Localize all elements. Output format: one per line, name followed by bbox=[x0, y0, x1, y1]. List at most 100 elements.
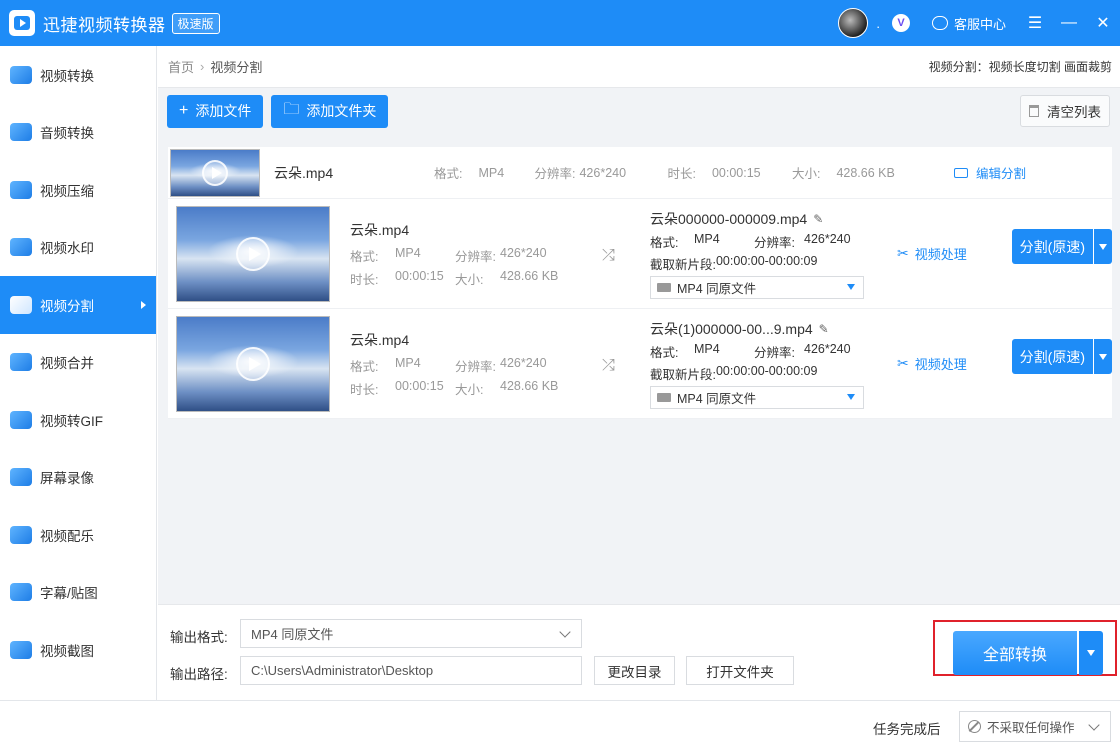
video-thumbnail[interactable] bbox=[176, 315, 330, 412]
edit-split-button[interactable]: 编辑分割 bbox=[953, 163, 1026, 182]
after-task-select[interactable]: 不采取任何操作 bbox=[959, 711, 1111, 742]
breadcrumb-home[interactable]: 首页 bbox=[168, 57, 194, 76]
clear-list-label: 清空列表 bbox=[1047, 105, 1101, 120]
duration-label: 时长: bbox=[667, 167, 696, 181]
format-value: MP4 bbox=[694, 231, 720, 246]
add-file-button[interactable]: + 添加文件 bbox=[167, 94, 264, 128]
sidebar-item-audio-convert[interactable]: 音频转换 bbox=[0, 104, 156, 162]
sidebar-item-screen-record[interactable]: 屏幕录像 bbox=[0, 449, 156, 507]
sidebar-item-label: 视频压缩 bbox=[40, 183, 94, 199]
chevron-down-icon bbox=[847, 394, 855, 400]
customer-service-button[interactable]: 客服中心 bbox=[931, 14, 1006, 33]
menu-button[interactable]: ☰ bbox=[1018, 0, 1052, 46]
split-button[interactable]: 分割(原速) bbox=[1011, 339, 1093, 374]
convert-all-button[interactable]: 全部转换 bbox=[953, 631, 1077, 675]
video-music-icon bbox=[10, 525, 32, 544]
split-button[interactable]: 分割(原速) bbox=[1011, 229, 1093, 264]
sidebar-item-video-convert[interactable]: 视频转换 bbox=[0, 46, 156, 104]
output-info: 云朵(1)000000-00...9.mp4 ✎ 格式: MP4 分辨率: 42… bbox=[650, 319, 865, 409]
output-format-value: MP4 同原文件 bbox=[677, 281, 757, 296]
edit-split-label: 编辑分割 bbox=[975, 167, 1026, 181]
app-logo-icon bbox=[9, 10, 35, 36]
sidebar-item-label: 视频分割 bbox=[40, 298, 94, 314]
source-name: 云朵.mp4 bbox=[350, 221, 410, 238]
video-thumbnail[interactable] bbox=[176, 205, 330, 302]
video-process-button[interactable]: ✂ 视频处理 bbox=[897, 354, 967, 373]
sidebar-item-video-screenshot[interactable]: 视频截图 bbox=[0, 621, 156, 679]
close-button[interactable]: ✕ bbox=[1086, 0, 1120, 46]
play-icon[interactable] bbox=[202, 159, 228, 186]
breadcrumb-separator: › bbox=[200, 59, 205, 74]
format-label: 格式: bbox=[434, 167, 463, 181]
file-header-row: 云朵.mp4 格式: MP4 分辨率: 426*240 时长: 00:00:15… bbox=[168, 147, 1112, 199]
minimize-button[interactable]: — bbox=[1052, 0, 1086, 46]
ban-icon bbox=[968, 720, 981, 733]
sidebar-item-video-watermark[interactable]: 视频水印 bbox=[0, 219, 156, 277]
sidebar-item-video-merge[interactable]: 视频合并 bbox=[0, 334, 156, 392]
output-panel: 输出格式: MP4 同原文件 输出路径: C:\Users\Administra… bbox=[158, 604, 1120, 700]
output-format-value: MP4 同原文件 bbox=[251, 627, 334, 642]
split-dropdown-button[interactable] bbox=[1094, 339, 1112, 374]
format-label: 格式: bbox=[650, 235, 679, 250]
sidebar-item-video-gif[interactable]: 视频转GIF bbox=[0, 391, 156, 449]
clear-list-button[interactable]: 清空列表 bbox=[1020, 95, 1110, 127]
add-folder-button[interactable]: 🗀 添加文件夹 bbox=[271, 94, 389, 128]
format-value: MP4 bbox=[395, 245, 421, 260]
change-directory-button[interactable]: 更改目录 bbox=[594, 656, 675, 685]
convert-all-dropdown-button[interactable] bbox=[1079, 631, 1103, 675]
sidebar-item-video-music[interactable]: 视频配乐 bbox=[0, 506, 156, 564]
play-icon[interactable] bbox=[236, 346, 270, 381]
format-label: 格式: bbox=[350, 249, 379, 264]
edit-split-icon bbox=[953, 167, 968, 178]
clip-range: 00:00:00-00:00:09 bbox=[715, 253, 818, 268]
source-meta-row: 时长: 00:00:15 大小: 428.66 KB bbox=[350, 379, 590, 398]
clip-label: 截取新片段: bbox=[650, 257, 716, 272]
audio-convert-icon bbox=[10, 123, 32, 142]
resolution-value: 426*240 bbox=[579, 165, 627, 180]
format-value: MP4 bbox=[478, 165, 505, 180]
resolution-value: 426*240 bbox=[500, 245, 547, 260]
scissors-icon: ✂ bbox=[897, 355, 909, 371]
video-gif-icon bbox=[10, 410, 32, 429]
video-screenshot-icon bbox=[10, 640, 32, 659]
format-label: 格式: bbox=[650, 345, 679, 360]
output-format-select[interactable]: MP4 同原文件 bbox=[650, 275, 864, 299]
toolbar: + 添加文件 🗀 添加文件夹 清空列表 bbox=[158, 88, 1120, 134]
output-info: 云朵000000-000009.mp4 ✎ 格式: MP4 分辨率: 426*2… bbox=[650, 209, 865, 299]
pencil-icon[interactable]: ✎ bbox=[819, 322, 829, 336]
size-value: 428.66 KB bbox=[836, 165, 895, 180]
resolution-value: 426*240 bbox=[804, 341, 851, 356]
duration-value: 00:00:15 bbox=[711, 165, 761, 180]
pencil-icon[interactable]: ✎ bbox=[813, 212, 823, 226]
sidebar-item-subtitle-sticker[interactable]: 字幕/贴图 bbox=[0, 564, 156, 622]
sidebar-item-video-compress[interactable]: 视频压缩 bbox=[0, 161, 156, 219]
size-value: 428.66 KB bbox=[500, 378, 559, 393]
video-process-button[interactable]: ✂ 视频处理 bbox=[897, 244, 967, 263]
chevron-down-icon bbox=[1087, 650, 1095, 656]
sidebar-item-label: 视频转换 bbox=[40, 68, 94, 84]
output-format-select[interactable]: MP4 同原文件 bbox=[240, 619, 582, 648]
video-convert-icon bbox=[10, 65, 32, 84]
output-path-field[interactable]: C:\Users\Administrator\Desktop bbox=[240, 656, 582, 685]
clip-range-row: 截取新片段: 00:00:00-00:00:09 bbox=[650, 254, 865, 273]
scissors-icon: ✂ bbox=[897, 245, 909, 261]
chat-bubble-icon bbox=[931, 16, 948, 30]
video-watermark-icon bbox=[10, 238, 32, 257]
size-label: 大小: bbox=[455, 382, 484, 397]
split-dropdown-button[interactable] bbox=[1094, 229, 1112, 264]
chevron-down-icon bbox=[559, 625, 571, 638]
user-avatar[interactable] bbox=[838, 8, 869, 38]
play-icon[interactable] bbox=[236, 236, 270, 271]
open-folder-button[interactable]: 打开文件夹 bbox=[686, 656, 794, 685]
sidebar-item-video-split[interactable]: 视频分割 bbox=[0, 276, 156, 334]
video-thumbnail[interactable] bbox=[170, 148, 260, 197]
sidebar-item-label: 视频合并 bbox=[40, 356, 94, 372]
output-meta-row: 格式: MP4 分辨率: 426*240 bbox=[650, 342, 865, 361]
sidebar-item-label: 视频截图 bbox=[40, 643, 94, 659]
source-name: 云朵.mp4 bbox=[350, 331, 410, 348]
output-format-select[interactable]: MP4 同原文件 bbox=[650, 385, 864, 409]
clip-range: 00:00:00-00:00:09 bbox=[715, 363, 818, 378]
vip-icon[interactable]: V bbox=[891, 14, 910, 32]
split-modes-text: 视频分割：视频长度切割 画面裁剪 bbox=[928, 60, 1112, 74]
video-camera-icon bbox=[657, 392, 671, 402]
